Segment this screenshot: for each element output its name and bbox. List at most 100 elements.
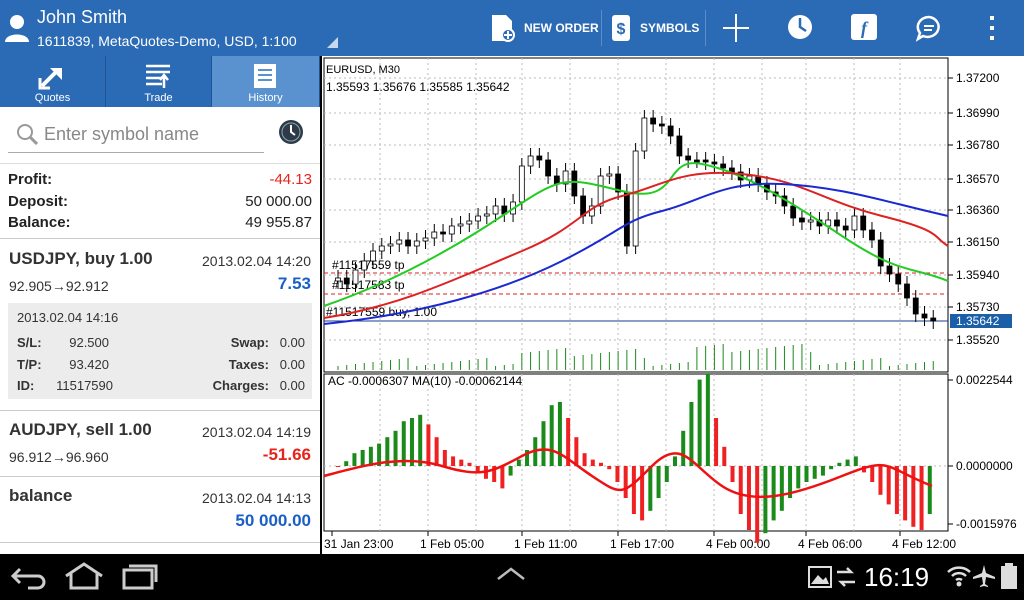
- time-tick-label: 1 Feb 17:00: [610, 537, 674, 551]
- candle-body: [466, 220, 473, 225]
- ac-bar: [697, 379, 702, 466]
- time-tick-label: 4 Feb 12:00: [892, 537, 956, 551]
- ac-bar: [820, 466, 825, 476]
- charges-value: 0.00: [279, 378, 305, 393]
- ac-bar: [689, 402, 694, 466]
- chart-symbol: EURUSD, M30: [326, 64, 400, 76]
- deal-title: AUDJPY, sell 1.00: [9, 420, 152, 439]
- ac-bar: [574, 437, 579, 466]
- price-tick-label: 1.36150: [956, 235, 1000, 249]
- deal-title: balance: [9, 486, 73, 505]
- deposit-value: 50 000.00: [245, 193, 312, 210]
- candle-body: [895, 273, 902, 285]
- candle-body: [912, 297, 919, 315]
- account-name: John Smith: [37, 7, 128, 27]
- ac-bar: [894, 466, 899, 514]
- crosshair-icon[interactable]: [723, 14, 749, 42]
- tab-history[interactable]: History: [212, 56, 320, 107]
- ac-bar: [771, 466, 776, 521]
- ac-bar: [590, 459, 595, 466]
- ac-bar: [467, 462, 472, 466]
- price-tick-label: 1.36360: [956, 203, 1000, 217]
- candle-body: [860, 215, 867, 231]
- time-tick-label: 1 Feb 05:00: [420, 537, 484, 551]
- ac-bar: [837, 462, 842, 466]
- chart-area[interactable]: 1.37200 1.36990 1.36780 1.36570 1.36360 1.361…: [322, 56, 1024, 554]
- ac-bar: [409, 418, 414, 466]
- price-tick-label: 1.36780: [956, 138, 1000, 152]
- price-tick-label: 1.36570: [956, 172, 1000, 186]
- profit-value: -44.13: [269, 171, 312, 188]
- back-icon[interactable]: [8, 562, 48, 590]
- candle-body: [413, 240, 420, 247]
- candle-body: [720, 163, 727, 169]
- deal-profit: 7.53: [277, 274, 311, 293]
- candle-body: [545, 159, 551, 177]
- new-order-icon: [492, 15, 515, 42]
- ac-bar: [418, 414, 423, 466]
- swap-label: Swap:: [230, 335, 269, 350]
- indicators-icon[interactable]: f: [851, 14, 877, 40]
- overflow-menu-icon[interactable]: [988, 15, 996, 41]
- id-label: ID:: [17, 378, 35, 393]
- chat-icon[interactable]: [915, 14, 943, 42]
- tab-trade[interactable]: Trade: [106, 56, 212, 107]
- ac-bar: [599, 462, 604, 466]
- symbols-icon: $: [612, 15, 630, 41]
- candle-body: [641, 117, 648, 152]
- candle-body: [483, 213, 490, 217]
- candle-body: [886, 265, 893, 275]
- candle-body: [387, 243, 394, 247]
- candle-body: [606, 173, 613, 177]
- symbol-search[interactable]: [8, 117, 264, 153]
- ac-bar: [829, 466, 834, 470]
- candle-body: [851, 215, 858, 231]
- recent-apps-icon[interactable]: [120, 562, 160, 590]
- timeframe-icon[interactable]: [786, 13, 814, 41]
- new-order-button[interactable]: NEW ORDER: [490, 0, 599, 56]
- home-icon[interactable]: [62, 562, 106, 590]
- ac-bar: [927, 466, 932, 514]
- candle-body: [930, 317, 937, 322]
- tab-quotes[interactable]: Quotes: [0, 56, 106, 107]
- candle-body: [650, 117, 657, 125]
- symbols-button[interactable]: $ SYMBOLS: [608, 0, 699, 56]
- candle-body: [361, 260, 368, 271]
- time-tick-label: 4 Feb 06:00: [798, 537, 862, 551]
- ac-bar: [500, 466, 505, 489]
- quotes-icon: [38, 68, 62, 90]
- history-summary: Profit: -44.13 Deposit: 50 000.00 Balanc…: [0, 163, 320, 239]
- indicator-tick-label: 0.0000000: [956, 459, 1013, 473]
- ac-bar: [451, 456, 456, 466]
- chart-ohlc: 1.35593 1.35676 1.35585 1.35642: [326, 80, 510, 94]
- search-input[interactable]: [44, 121, 254, 147]
- deal-profit: -51.66: [262, 445, 311, 464]
- ac-bar: [516, 459, 521, 466]
- candle-body: [632, 150, 639, 247]
- profit-row: Profit: -44.13: [8, 171, 312, 191]
- ac-bar: [352, 453, 357, 466]
- detail-row: T/P: 93.420 Taxes: 0.00: [17, 357, 305, 375]
- ac-bar: [730, 466, 735, 482]
- deal-item[interactable]: AUDJPY, sell 1.00 2013.02.04 14:19 96.91…: [0, 412, 320, 477]
- ac-bar: [812, 466, 817, 479]
- candle-body: [807, 219, 814, 223]
- candle-body: [352, 269, 359, 285]
- account-selector[interactable]: John Smith 1611839, MetaQuotes-Demo, USD…: [0, 0, 322, 56]
- tab-bar: Quotes Trade History: [0, 56, 320, 107]
- candle-body: [693, 159, 700, 163]
- ac-bar: [368, 446, 373, 466]
- deal-item[interactable]: USDJPY, buy 1.00 2013.02.04 14:20 92.905…: [0, 241, 320, 411]
- candle-body: [869, 229, 875, 241]
- time-tick-label: 1 Feb 11:00: [514, 537, 577, 551]
- ac-bar: [631, 466, 636, 514]
- candle-body: [790, 205, 797, 219]
- candle-body: [571, 170, 578, 197]
- price-chart[interactable]: 1.37200 1.36990 1.36780 1.36570 1.36360 1.361…: [322, 56, 1024, 554]
- chevron-up-icon[interactable]: [495, 566, 527, 582]
- candle-body: [527, 155, 534, 167]
- candle-body: [405, 239, 411, 247]
- deal-item[interactable]: balance 2013.02.04 14:13 50 000.00: [0, 478, 320, 543]
- candle-body: [658, 123, 665, 127]
- period-clock-icon[interactable]: [278, 119, 304, 145]
